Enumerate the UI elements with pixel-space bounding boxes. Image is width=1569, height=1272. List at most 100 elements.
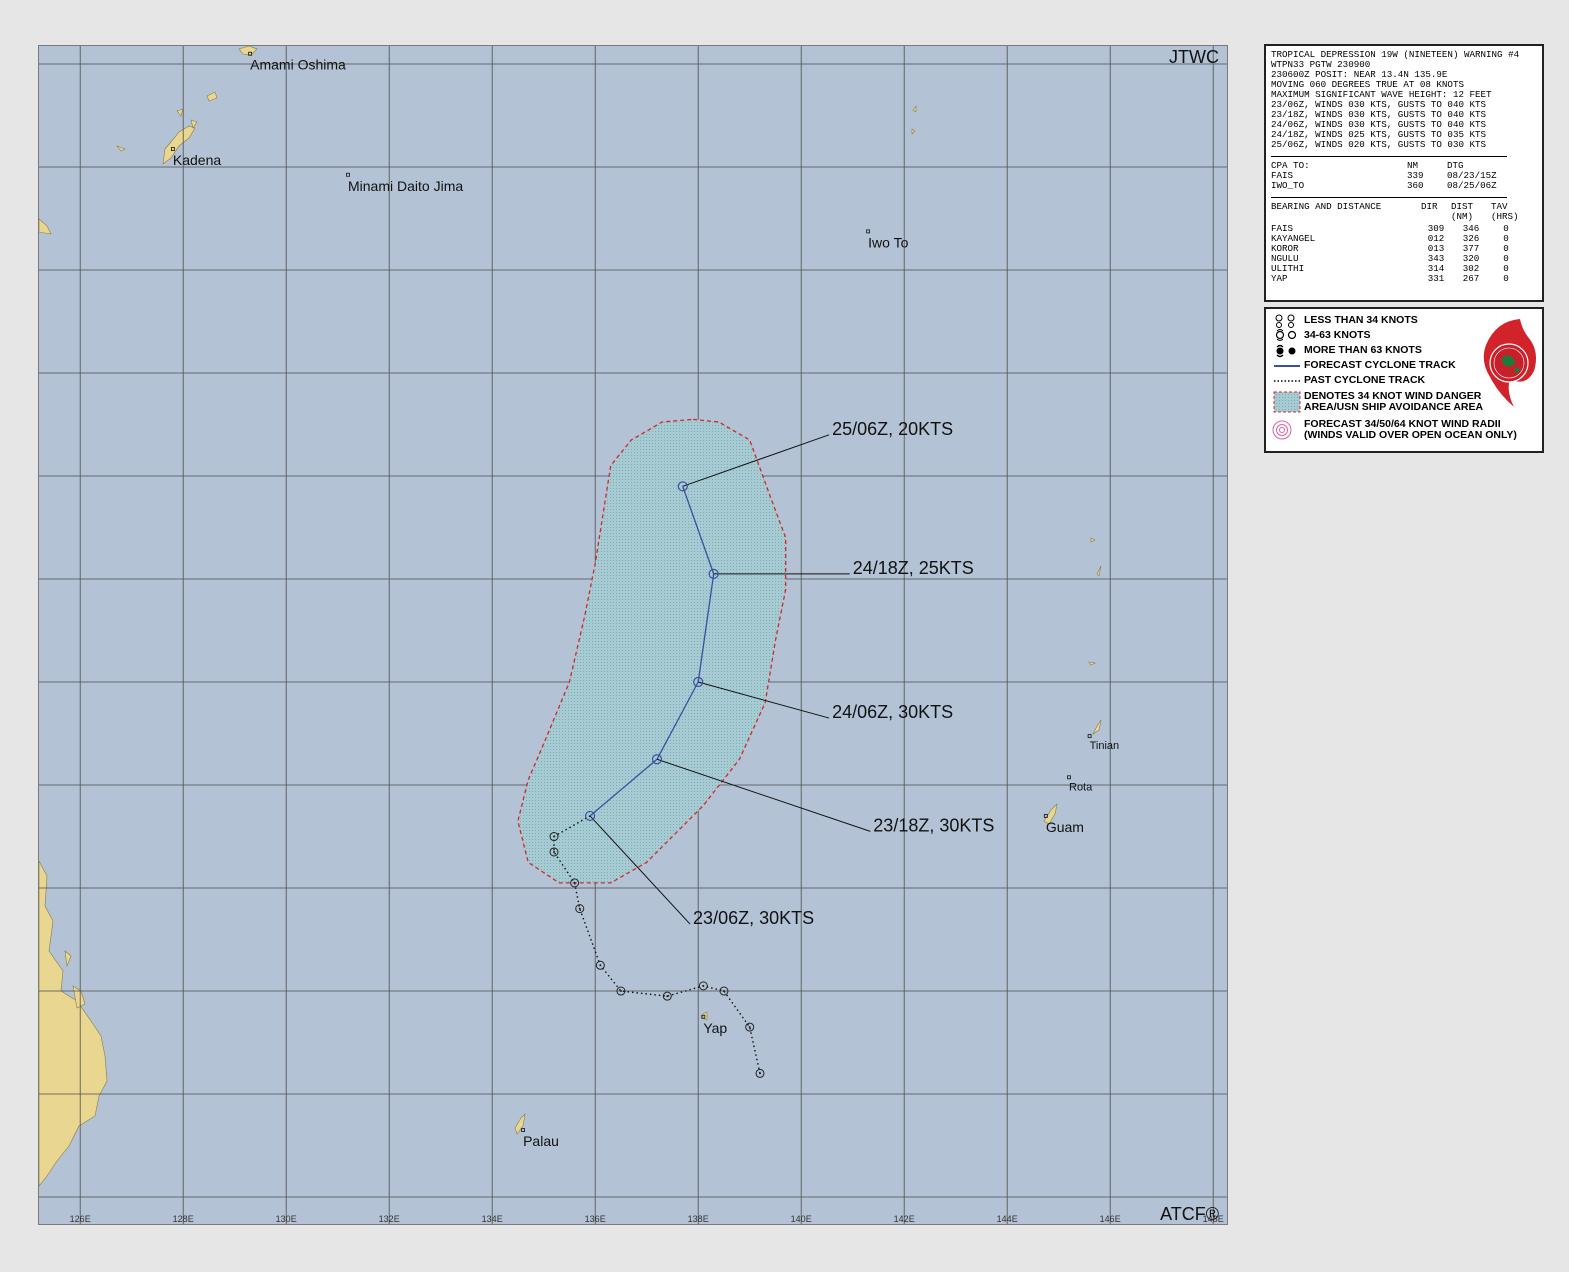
cpa-row: FAIS 339 08/23/15Z bbox=[1271, 171, 1537, 181]
place-label: Rota bbox=[1069, 781, 1093, 793]
place-label: Minami Daito Jima bbox=[348, 178, 463, 194]
past-track-point-center bbox=[553, 835, 555, 838]
bd-dist: 267 bbox=[1462, 273, 1480, 284]
forecast-fix-label: 25/06Z, 20KTS bbox=[832, 419, 953, 439]
cpa-dtg: 08/25/06Z bbox=[1447, 180, 1497, 191]
landmasses bbox=[39, 46, 1102, 1187]
legend-more-63-label: MORE THAN 63 KNOTS bbox=[1304, 344, 1422, 356]
lon-tick-label: 126E bbox=[70, 1214, 91, 1224]
separator bbox=[1271, 197, 1507, 198]
legend-forecast-track-label: FORECAST CYCLONE TRACK bbox=[1304, 359, 1456, 371]
wind-danger-area bbox=[517, 418, 787, 884]
atcf-label: ATCF® bbox=[1160, 1204, 1219, 1224]
forecast-fix-label: 24/06Z, 30KTS bbox=[832, 702, 953, 722]
bonin-island bbox=[911, 128, 916, 135]
cpa-nm: 360 bbox=[1407, 180, 1424, 191]
bonin-island bbox=[912, 105, 917, 113]
northern-mariana-island bbox=[1096, 565, 1102, 577]
cpa-site: IWO_TO bbox=[1271, 180, 1305, 191]
past-track-point-center bbox=[553, 850, 555, 853]
bd-tav: 0 bbox=[1503, 273, 1509, 284]
warning-info-panel: TROPICAL DEPRESSION 19W (NINETEEN) WARNI… bbox=[1264, 44, 1544, 302]
northern-mariana-island bbox=[1090, 537, 1096, 543]
past-track-point-center bbox=[702, 984, 705, 987]
forecast-fix-label: 24/18Z, 25KTS bbox=[853, 558, 974, 578]
place-marker bbox=[1067, 775, 1071, 780]
place-marker bbox=[521, 1128, 526, 1132]
lon-tick-label: 146E bbox=[1100, 1214, 1121, 1224]
ryukyu-island bbox=[206, 91, 218, 102]
jtwc-seal-logo-icon bbox=[1483, 319, 1536, 407]
place-label: Yap bbox=[703, 1020, 727, 1036]
place-label: Kadena bbox=[173, 152, 221, 168]
danger-area-polygon bbox=[517, 418, 787, 884]
lon-tick-label: 138E bbox=[688, 1214, 709, 1224]
legend-radii-line2: (WINDS VALID OVER OPEN OCEAN ONLY) bbox=[1304, 429, 1517, 441]
philippines-island bbox=[64, 950, 72, 968]
lon-tick-label: 140E bbox=[791, 1214, 812, 1224]
lon-tick-label: 130E bbox=[276, 1214, 297, 1224]
place-label: Iwo To bbox=[868, 234, 908, 250]
place-label: Guam bbox=[1046, 819, 1084, 835]
bd-site: ULITHI bbox=[1271, 263, 1305, 274]
past-track-point-center bbox=[578, 907, 581, 910]
legend-less-34-label: LESS THAN 34 KNOTS bbox=[1304, 314, 1418, 326]
forecast-fix-label: 23/06Z, 30KTS bbox=[693, 908, 814, 928]
ryukyu-island bbox=[116, 145, 126, 152]
taiwan-edge bbox=[39, 218, 52, 235]
amami-island bbox=[238, 46, 258, 56]
past-track-line-icon bbox=[1274, 379, 1300, 382]
less-34-symbol-icon bbox=[1275, 314, 1295, 328]
forecast-fix-label: 23/18Z, 30KTS bbox=[873, 815, 994, 835]
cpa-header: CPA TO: NM DTG bbox=[1271, 161, 1537, 171]
34-63-symbol-icon bbox=[1275, 328, 1297, 341]
tinian-island bbox=[1092, 719, 1102, 735]
place-marker bbox=[346, 172, 350, 177]
bd-units: (NM) (HRS) bbox=[1271, 212, 1537, 222]
northern-mariana-island bbox=[1088, 661, 1096, 666]
palau-island bbox=[514, 1113, 526, 1135]
lon-tick-label: 134E bbox=[482, 1214, 503, 1224]
place-label: Tinian bbox=[1090, 740, 1120, 752]
place-marker bbox=[1087, 734, 1092, 738]
lon-tick-label: 128E bbox=[173, 1214, 194, 1224]
place-label: Palau bbox=[523, 1133, 559, 1149]
place-marker bbox=[866, 229, 871, 234]
past-track-point-center bbox=[748, 1026, 751, 1029]
bd-dir-header: DIR bbox=[1421, 201, 1438, 212]
bd-title: BEARING AND DISTANCE bbox=[1271, 201, 1382, 212]
lon-tick-label: 144E bbox=[997, 1214, 1018, 1224]
bd-row: NGULU 343 320 0 bbox=[1271, 254, 1537, 264]
map-canvas: 126E 128E 130E 132E 134E 136E 138E 140E 142E 144E… bbox=[39, 46, 1227, 1224]
past-track-point-center bbox=[722, 990, 725, 993]
bd-row: YAP 331 267 0 bbox=[1271, 274, 1537, 284]
jtwc-label: JTWC bbox=[1169, 47, 1219, 67]
past-track-point-center bbox=[599, 964, 602, 967]
wind-radii-symbol-icon bbox=[1272, 420, 1292, 440]
past-track-point-center bbox=[619, 990, 622, 993]
ryukyu-island bbox=[176, 108, 184, 117]
bd-tav-unit: (HRS) bbox=[1491, 211, 1519, 222]
forecast-track-line-icon bbox=[1274, 364, 1300, 367]
legend-34-63-label: 34-63 KNOTS bbox=[1304, 329, 1371, 341]
legend-panel: LESS THAN 34 KNOTS 34-63 KNOTS MORE THAN… bbox=[1264, 307, 1544, 453]
legend-wind-radii: FORECAST 34/50/64 KNOT WIND RADII (WINDS… bbox=[1272, 416, 1536, 444]
more-63-symbol-icon bbox=[1276, 344, 1296, 357]
past-track-point-center bbox=[759, 1072, 761, 1075]
bd-dir: 331 bbox=[1427, 273, 1445, 284]
past-track-point-center bbox=[573, 881, 576, 884]
place-label: Amami Oshima bbox=[250, 57, 346, 73]
legend-danger-line2: AREA/USN SHIP AVOIDANCE AREA bbox=[1304, 401, 1484, 413]
danger-area-swatch-icon bbox=[1273, 391, 1301, 413]
tracking-map: 126E 128E 130E 132E 134E 136E 138E 140E 142E 144E… bbox=[38, 45, 1228, 1225]
bd-dist-unit: (NM) bbox=[1451, 211, 1474, 222]
bd-row: KAYANGEL 012 326 0 bbox=[1271, 234, 1537, 244]
lon-tick-label: 132E bbox=[379, 1214, 400, 1224]
separator bbox=[1271, 156, 1507, 157]
bd-rows: FAIS 309 346 0 KAYANGEL 012 326 0 KOROR 013 377 0 NG… bbox=[1271, 224, 1537, 284]
warning-line: 25/06Z, WINDS 020 KTS, GUSTS TO 030 KTS bbox=[1271, 139, 1487, 150]
bd-site: YAP bbox=[1271, 273, 1288, 284]
warning-text-lines: TROPICAL DEPRESSION 19W (NINETEEN) WARNI… bbox=[1271, 50, 1537, 150]
lon-tick-label: 142E bbox=[894, 1214, 915, 1224]
legend-past-track-label: PAST CYCLONE TRACK bbox=[1304, 374, 1426, 386]
